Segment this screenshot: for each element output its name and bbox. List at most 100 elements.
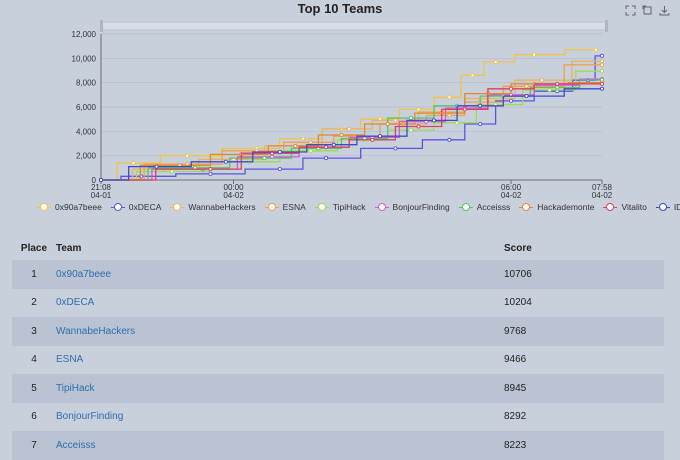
legend-label: ID-IoT xyxy=(673,202,680,212)
team-cell: TipiHack xyxy=(56,374,504,403)
legend-item[interactable]: ID-IoT xyxy=(655,202,680,212)
data-point xyxy=(331,142,336,147)
data-point xyxy=(385,121,390,127)
data-point xyxy=(208,166,213,172)
data-point xyxy=(408,115,413,120)
score-cell: 8945 xyxy=(504,382,527,394)
team-cell: ESNA xyxy=(56,346,504,375)
data-point xyxy=(470,73,475,78)
legend-marker-icon xyxy=(519,203,534,211)
legend-marker-icon xyxy=(37,203,51,211)
table-row: 6 BonjourFinding 8292 xyxy=(12,403,664,432)
data-point xyxy=(555,85,560,90)
data-point xyxy=(393,146,398,151)
team-link[interactable]: TipiHack xyxy=(56,383,95,394)
data-point xyxy=(599,86,605,91)
series-line-0x90a7beee xyxy=(101,49,596,181)
legend-label: BonjourFinding xyxy=(392,202,450,212)
data-point xyxy=(599,81,605,86)
header-score: Score xyxy=(504,242,532,254)
team-cell: 0x90a7beee xyxy=(56,260,504,289)
legend-item[interactable]: Vitalito xyxy=(603,202,647,212)
data-point xyxy=(277,149,282,155)
data-point xyxy=(447,95,452,100)
legend-item[interactable]: 0x90a7beee xyxy=(37,202,102,212)
y-tick-label: 6,000 xyxy=(76,103,97,112)
data-point xyxy=(277,166,282,172)
series-line-ESNA xyxy=(101,64,602,181)
data-point xyxy=(98,177,104,183)
team-link[interactable]: ESNA xyxy=(56,354,83,365)
y-tick-label: 10,000 xyxy=(72,54,97,63)
chart-legend: 0x90a7beee 0xDECA WannabeHackers ESNA TipiHa… xyxy=(37,202,680,212)
data-point xyxy=(555,81,560,86)
legend-item[interactable]: Acceisss xyxy=(458,202,511,212)
legend-item[interactable]: BonjourFinding xyxy=(374,202,450,212)
team-link[interactable]: Acceisss xyxy=(56,440,95,451)
legend-marker-icon xyxy=(603,203,618,211)
y-tick-label: 8,000 xyxy=(76,79,97,88)
data-point xyxy=(131,160,136,166)
score-cell: 8223 xyxy=(504,439,527,451)
zoom-slider-handle-right[interactable] xyxy=(605,20,608,32)
legend-item[interactable]: Hackademonte xyxy=(519,202,594,212)
legend-label: Vitalito xyxy=(621,202,647,212)
team-cell: Acceisss xyxy=(56,431,504,460)
team-cell: WannabeHackers xyxy=(56,317,504,346)
legend-marker-icon xyxy=(110,203,125,211)
data-point xyxy=(324,156,329,161)
data-point xyxy=(416,124,421,129)
table-row: 7 Acceisss 8223 xyxy=(12,431,664,460)
data-point xyxy=(154,164,159,169)
data-point xyxy=(508,98,514,103)
team-link[interactable]: 0xDECA xyxy=(56,297,94,308)
zoom-slider[interactable] xyxy=(100,21,608,31)
legend-item[interactable]: WannabeHackers xyxy=(170,202,256,212)
legend-label: 0x90a7beee xyxy=(55,202,102,212)
table-row: 4 ESNA 9466 xyxy=(12,346,664,375)
data-point xyxy=(599,59,605,64)
data-point xyxy=(370,137,375,142)
header-team: Team xyxy=(56,242,82,254)
data-point xyxy=(347,126,352,131)
legend-item[interactable]: TipiHack xyxy=(314,202,366,212)
data-point xyxy=(447,137,452,142)
data-point xyxy=(599,62,605,67)
legend-label: Acceisss xyxy=(476,202,511,212)
legend-label: WannabeHackers xyxy=(188,202,256,212)
score-cell: 8292 xyxy=(504,411,527,423)
team-cell: BonjourFinding xyxy=(56,403,504,432)
place-cell: 5 xyxy=(31,382,37,394)
data-point xyxy=(478,103,483,108)
data-point xyxy=(169,169,174,174)
y-tick-label: 4,000 xyxy=(76,127,97,136)
data-point xyxy=(408,128,413,133)
score-cell: 10706 xyxy=(504,268,532,280)
data-point xyxy=(547,87,552,93)
data-point xyxy=(308,148,313,153)
score-cell: 9768 xyxy=(504,325,527,337)
legend-marker-icon xyxy=(264,203,279,211)
data-point xyxy=(593,47,598,52)
legend-item[interactable]: ESNA xyxy=(264,202,306,212)
team-link[interactable]: 0x90a7beee xyxy=(56,269,111,280)
score-cell: 9466 xyxy=(504,354,527,366)
zoom-slider-handle-left[interactable] xyxy=(100,20,103,32)
data-point xyxy=(493,59,498,65)
legend-marker-icon xyxy=(374,203,389,211)
x-tick-date: 04-01 xyxy=(91,191,112,200)
legend-marker-icon xyxy=(314,203,329,211)
team-link[interactable]: BonjourFinding xyxy=(56,411,123,422)
data-point xyxy=(539,78,544,83)
data-point xyxy=(416,107,421,112)
data-point xyxy=(508,86,514,91)
series-line-WannabeHackers xyxy=(101,60,602,181)
legend-item[interactable]: 0xDECA xyxy=(110,202,161,212)
x-tick-date: 04-02 xyxy=(501,191,522,200)
data-point xyxy=(524,84,529,89)
legend-marker-icon xyxy=(458,203,473,211)
data-point xyxy=(393,118,398,123)
team-link[interactable]: WannabeHackers xyxy=(56,326,135,337)
data-point xyxy=(455,120,460,125)
line-chart: 02,0004,0006,0008,00010,00012,00021:0804… xyxy=(72,20,613,200)
